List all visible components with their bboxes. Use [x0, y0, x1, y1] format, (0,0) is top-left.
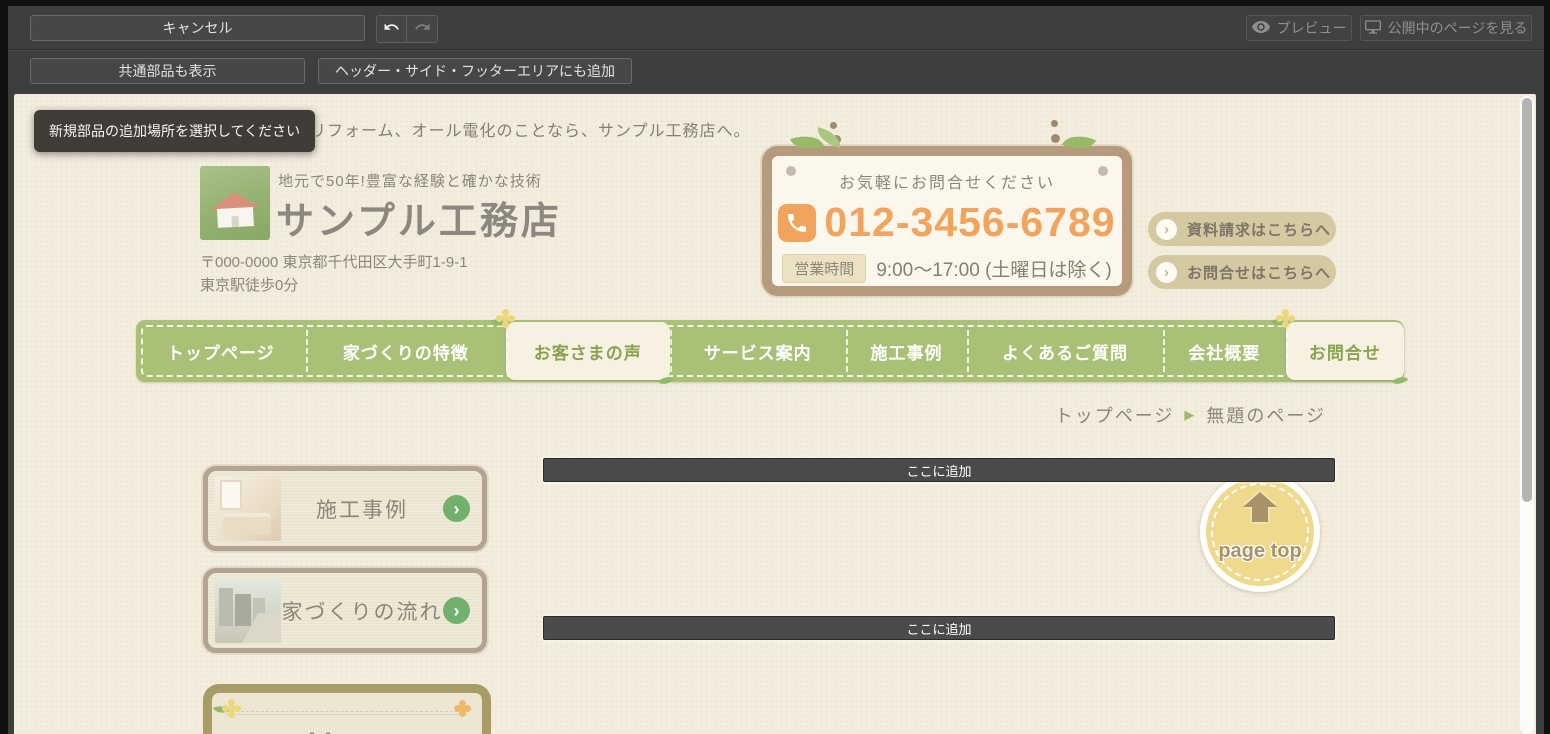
street-photo — [215, 578, 281, 643]
undo-button[interactable] — [377, 16, 407, 42]
scrollbar-thumb[interactable] — [1522, 98, 1532, 502]
hanging-dot — [830, 122, 837, 129]
nail-dot — [1098, 166, 1108, 176]
page-top-button[interactable]: page top — [1200, 472, 1320, 592]
hours-badge: 営業時間 — [782, 254, 866, 283]
chevron-right-icon: › — [1156, 219, 1177, 240]
nail-dot — [786, 166, 796, 176]
nav-label: 家づくりの特徴 — [343, 339, 469, 364]
banner-works[interactable]: 施工事例 › — [203, 466, 487, 551]
flower-decoration — [459, 705, 466, 712]
add-here-bar-bottom[interactable]: ここに追加 — [543, 616, 1335, 640]
contact-lead-text: お気軽にお問合せください — [772, 169, 1122, 193]
breadcrumb-separator-icon: ▶ — [1184, 407, 1196, 423]
preview-label: プレビュー — [1277, 18, 1347, 38]
undo-icon — [383, 20, 400, 39]
nav-label: お問合せ — [1309, 339, 1381, 364]
nav-item-works[interactable]: 施工事例 — [846, 320, 968, 382]
nav-label: お客さまの声 — [534, 339, 642, 364]
nav-item-customer-voices[interactable]: お客さまの声 — [506, 322, 670, 380]
nav-label: サービス案内 — [704, 339, 812, 364]
banner-works-label: 施工事例 — [281, 494, 443, 524]
banner-house-flow[interactable]: 家づくりの流れ › — [203, 568, 487, 653]
breadcrumb-current: 無題のページ — [1206, 402, 1326, 428]
editor-window: キャンセル プレビュー 公開中のページを見る 共通部品も表示 ヘッダー・サイド・… — [8, 6, 1544, 734]
show-common-parts-button[interactable]: 共通部品も表示 — [30, 58, 305, 84]
preview-button[interactable]: プレビュー — [1246, 15, 1352, 41]
global-nav: トップページ 家づくりの特徴 お客さまの声 サービス案内 施工事例 よくあるご質… — [136, 320, 1404, 382]
page-top-label: page top — [1206, 540, 1314, 563]
company-tagline: 地元で50年!豊富な経験と確かな技術 — [278, 170, 542, 191]
contact-signboard: お気軽にお問合せください 012-3456-6789 営業時間 9:00〜17:… — [762, 146, 1132, 296]
interior-photo — [215, 476, 281, 541]
company-name: サンプル工務店 — [276, 190, 562, 245]
phone-number: 012-3456-6789 — [824, 199, 1115, 246]
nav-item-company[interactable]: 会社概要 — [1163, 320, 1286, 382]
nav-item-features[interactable]: 家づくりの特徴 — [306, 320, 506, 382]
phone-icon — [778, 204, 816, 242]
nav-item-services[interactable]: サービス案内 — [670, 320, 846, 382]
monitor-icon — [1365, 20, 1381, 37]
nav-item-faq[interactable]: よくあるご質問 — [967, 320, 1163, 382]
leaf-decoration — [1062, 129, 1096, 156]
address-line-1: 〒000-0000 東京都千代田区大手町1-9-1 — [200, 252, 468, 275]
site-catchphrase: リフォーム、オール電化のことなら、サンプル工務店へ。 — [310, 117, 751, 141]
dashed-rule — [226, 711, 468, 712]
page-canvas: 新規部品の追加場所を選択してください リフォーム、オール電化のことなら、サンプル… — [14, 94, 1536, 734]
contact-us-label: お問合せはこちらへ — [1187, 262, 1331, 283]
nav-label: よくあるご質問 — [1002, 339, 1128, 364]
editor-toolbar-top: キャンセル プレビュー 公開中のページを見る — [8, 6, 1544, 50]
breadcrumb: トップページ ▶ 無題のページ — [1055, 402, 1326, 428]
breadcrumb-home-link[interactable]: トップページ — [1055, 402, 1175, 428]
hours-text: 9:00〜17:00 (土曜日は除く) — [876, 255, 1111, 282]
add-here-bar-top[interactable]: ここに追加 — [543, 458, 1335, 482]
company-logo-image — [200, 166, 270, 240]
house-icon — [213, 191, 257, 227]
nav-label: 会社概要 — [1188, 339, 1260, 364]
nav-label: 施工事例 — [871, 339, 943, 364]
contact-us-button[interactable]: › お問合せはこちらへ — [1148, 255, 1336, 289]
menu-title-partial: Menu — [212, 727, 482, 734]
redo-icon — [414, 20, 431, 39]
cancel-button[interactable]: キャンセル — [30, 15, 365, 41]
nav-label: トップページ — [167, 339, 275, 364]
banner-house-flow-label: 家づくりの流れ — [281, 596, 443, 626]
view-published-button[interactable]: 公開中のページを見る — [1360, 15, 1532, 41]
company-address: 〒000-0000 東京都千代田区大手町1-9-1 東京駅徒歩0分 — [200, 252, 468, 297]
nav-item-top-page[interactable]: トップページ — [136, 320, 306, 382]
add-location-tooltip: 新規部品の追加場所を選択してください — [34, 110, 315, 152]
hanging-dot — [1051, 134, 1060, 143]
view-published-label: 公開中のページを見る — [1388, 18, 1528, 38]
chevron-right-icon: › — [1156, 262, 1177, 283]
request-docs-label: 資料請求はこちらへ — [1187, 219, 1331, 240]
hanging-dot — [1051, 120, 1058, 127]
editor-toolbar-bottom: 共通部品も表示 ヘッダー・サイド・フッターエリアにも追加 — [8, 51, 1544, 93]
nav-item-contact[interactable]: お問合せ — [1286, 322, 1404, 380]
chevron-right-icon: › — [443, 597, 470, 624]
undo-redo-group — [376, 15, 438, 43]
sidebar-menu-box: Menu — [203, 684, 491, 734]
scrollbar-track[interactable] — [1520, 96, 1534, 734]
eye-icon — [1252, 20, 1270, 36]
request-docs-button[interactable]: › 資料請求はこちらへ — [1148, 212, 1336, 246]
redo-button[interactable] — [407, 16, 437, 42]
chevron-right-icon: › — [443, 495, 470, 522]
address-line-2: 東京駅徒歩0分 — [200, 275, 468, 298]
arrow-up-icon — [1243, 492, 1277, 522]
leaf-decoration — [1393, 376, 1407, 385]
add-to-areas-button[interactable]: ヘッダー・サイド・フッターエリアにも追加 — [318, 58, 632, 84]
leaf-decoration — [659, 376, 673, 385]
